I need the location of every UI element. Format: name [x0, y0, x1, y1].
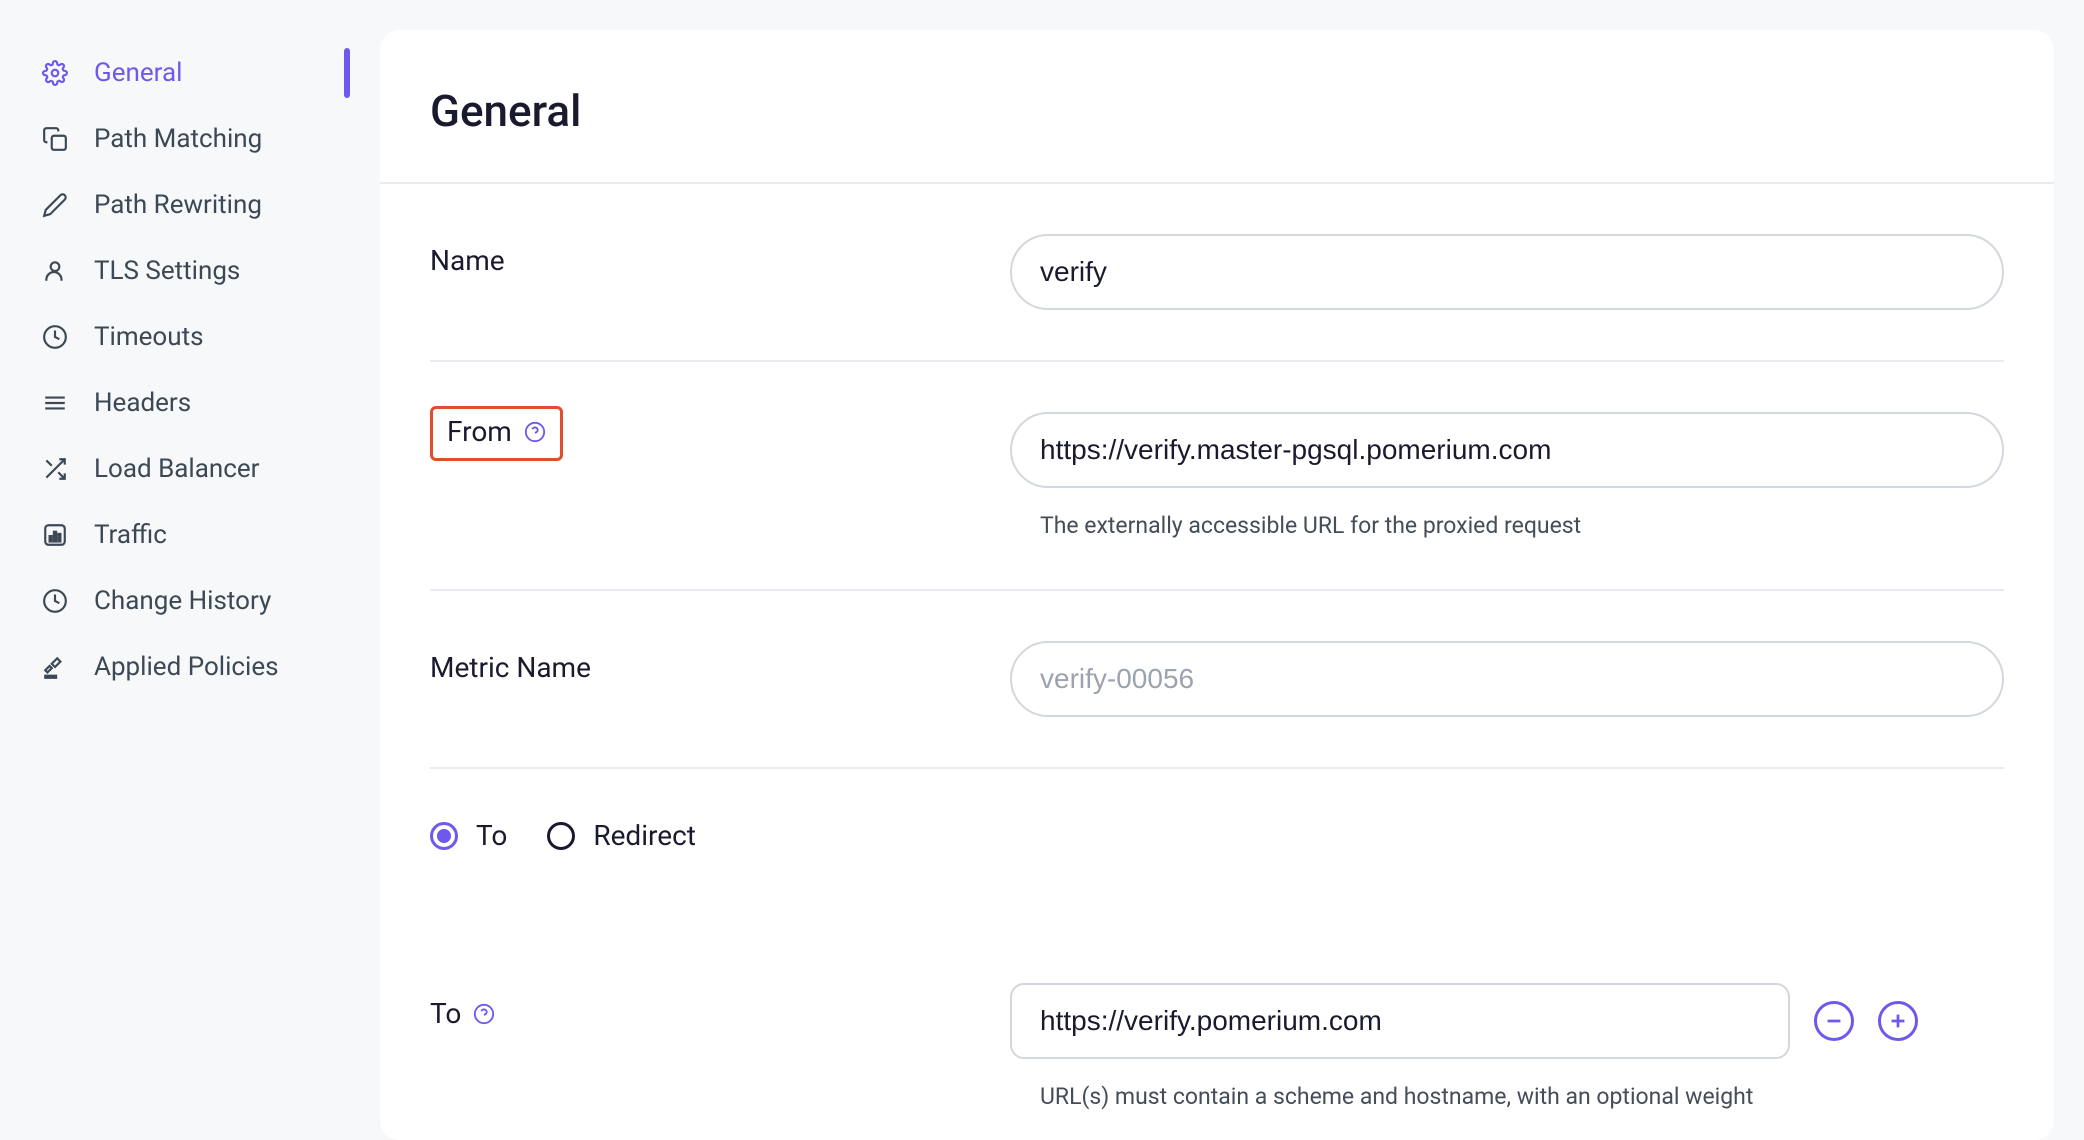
to-label: To	[430, 997, 461, 1030]
sidebar-item-tls-settings[interactable]: TLS Settings	[0, 238, 350, 304]
sidebar-item-general[interactable]: General	[0, 40, 350, 106]
sidebar-item-label: TLS Settings	[94, 256, 240, 286]
sidebar-item-load-balancer[interactable]: Load Balancer	[0, 436, 350, 502]
sidebar-item-label: Traffic	[94, 520, 167, 550]
from-label-highlighted: From	[430, 406, 563, 461]
field-row-metric-name: Metric Name	[430, 591, 2004, 769]
radio-redirect-button	[547, 822, 575, 850]
sidebar-item-timeouts[interactable]: Timeouts	[0, 304, 350, 370]
radio-to-label: To	[476, 819, 507, 852]
sidebar-item-applied-policies[interactable]: Applied Policies	[0, 634, 350, 700]
shuffle-icon	[40, 454, 70, 484]
field-row-name: Name	[430, 184, 2004, 362]
from-input[interactable]	[1010, 412, 2004, 488]
sidebar-item-path-matching[interactable]: Path Matching	[0, 106, 350, 172]
bar-chart-icon	[40, 520, 70, 550]
radio-redirect-label: Redirect	[593, 819, 696, 852]
radio-to[interactable]: To	[430, 819, 507, 852]
sidebar-item-traffic[interactable]: Traffic	[0, 502, 350, 568]
sidebar-item-label: Change History	[94, 586, 271, 616]
to-label-with-help: To	[430, 997, 1010, 1030]
to-redirect-section: To Redirect	[380, 769, 2054, 947]
field-row-to: To	[380, 947, 2054, 1110]
radio-redirect[interactable]: Redirect	[547, 819, 696, 852]
name-input[interactable]	[1010, 234, 2004, 310]
radio-to-button	[430, 822, 458, 850]
clock-icon	[40, 586, 70, 616]
menu-icon	[40, 388, 70, 418]
copy-icon	[40, 124, 70, 154]
sidebar-item-change-history[interactable]: Change History	[0, 568, 350, 634]
from-helper-text: The externally accessible URL for the pr…	[1010, 512, 2004, 539]
sidebar-item-label: Applied Policies	[94, 652, 279, 682]
name-label: Name	[430, 234, 1010, 277]
to-helper-text: URL(s) must contain a scheme and hostnam…	[1010, 1083, 2004, 1110]
to-input[interactable]	[1010, 983, 1790, 1059]
sidebar-item-headers[interactable]: Headers	[0, 370, 350, 436]
clock-icon	[40, 322, 70, 352]
radio-group-to-redirect: To Redirect	[430, 819, 2004, 852]
metric-name-input[interactable]	[1010, 641, 2004, 717]
pencil-icon	[40, 190, 70, 220]
gear-icon	[40, 58, 70, 88]
sidebar-item-label: Path Matching	[94, 124, 262, 154]
sidebar-item-label: General	[94, 58, 182, 88]
user-icon	[40, 256, 70, 286]
main-header: General	[380, 30, 2054, 184]
metric-name-label: Metric Name	[430, 641, 1010, 684]
help-icon[interactable]	[524, 421, 546, 443]
sidebar-item-label: Load Balancer	[94, 454, 259, 484]
sidebar-item-label: Path Rewriting	[94, 190, 262, 220]
page-title: General	[430, 85, 2004, 137]
gavel-icon	[40, 652, 70, 682]
field-row-from: From The externally accessible URL for t…	[430, 362, 2004, 591]
sidebar-item-path-rewriting[interactable]: Path Rewriting	[0, 172, 350, 238]
remove-to-button[interactable]	[1814, 1001, 1854, 1041]
sidebar-item-label: Headers	[94, 388, 191, 418]
from-label: From	[447, 415, 512, 448]
add-to-button[interactable]	[1878, 1001, 1918, 1041]
sidebar-item-label: Timeouts	[94, 322, 204, 352]
help-icon[interactable]	[473, 1003, 495, 1025]
main-panel: General Name From	[380, 30, 2054, 1140]
sidebar: General Path Matching Path Rewriting TLS…	[0, 0, 350, 1140]
